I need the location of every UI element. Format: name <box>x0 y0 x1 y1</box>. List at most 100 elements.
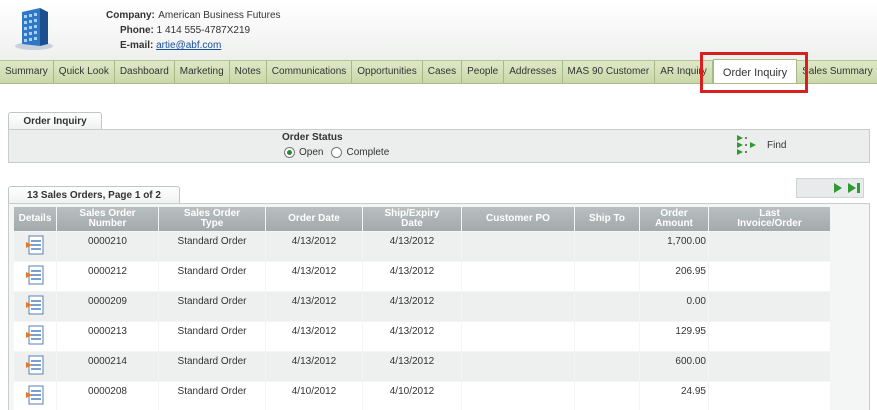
ship-to <box>575 322 639 351</box>
table-row: 0000214 Standard Order 4/13/2012 4/13/20… <box>14 352 830 381</box>
document-icon[interactable] <box>25 234 45 256</box>
tab-sales-summary[interactable]: Sales Summary <box>797 61 877 83</box>
details-cell <box>14 322 56 351</box>
find-button-label[interactable]: Find <box>767 140 786 151</box>
col-order-amount[interactable]: Order Amount <box>640 207 708 231</box>
order-type: Standard Order <box>159 322 265 351</box>
last-invoice <box>709 292 830 321</box>
order-type: Standard Order <box>159 292 265 321</box>
email-label: E-mail: <box>120 40 154 51</box>
details-cell <box>14 232 56 261</box>
document-icon[interactable] <box>25 264 45 286</box>
order-date: 4/13/2012 <box>266 352 362 381</box>
last-invoice <box>709 262 830 291</box>
details-cell <box>14 262 56 291</box>
ship-to <box>575 262 639 291</box>
phone-label: Phone: <box>120 25 154 36</box>
tab-communications[interactable]: Communications <box>267 61 353 83</box>
col-sales-order-number-line2: Number <box>88 218 127 229</box>
customer-po <box>462 382 574 410</box>
last-invoice <box>709 382 830 410</box>
customer-po <box>462 322 574 351</box>
tab-summary[interactable]: Summary <box>0 61 54 83</box>
tab-dashboard[interactable]: Dashboard <box>115 61 175 83</box>
col-order-amount-line2: Amount <box>655 218 693 229</box>
table-row: 0000208 Standard Order 4/10/2012 4/10/20… <box>14 382 830 410</box>
tab-quick-look[interactable]: Quick Look <box>54 61 115 83</box>
radio-complete[interactable] <box>331 147 343 158</box>
document-icon[interactable] <box>25 354 45 376</box>
table-row: 0000212 Standard Order 4/13/2012 4/13/20… <box>14 262 830 291</box>
customer-po <box>462 262 574 291</box>
email-link[interactable]: artie@abf.com <box>156 40 221 51</box>
order-amount: 1,700.00 <box>640 232 708 261</box>
details-cell <box>14 382 56 410</box>
customer-po <box>462 232 574 261</box>
order-date: 4/13/2012 <box>266 292 362 321</box>
phone-value: 1 414 555-4787X219 <box>156 25 251 36</box>
company-name: American Business Futures <box>158 10 281 21</box>
building-icon <box>15 8 53 50</box>
col-sales-order-type-line2: Type <box>200 218 224 229</box>
company-header: Company: American Business Futures Phone… <box>0 0 877 60</box>
order-amount: 600.00 <box>640 352 708 381</box>
sales-orders-grid: Details Sales Order Number Sales Order Typ… <box>8 203 870 410</box>
col-ship-expiry-line2: Date <box>401 218 423 229</box>
table-row: 0000213 Standard Order 4/13/2012 4/13/20… <box>14 322 830 351</box>
details-cell <box>14 352 56 381</box>
last-invoice <box>709 352 830 381</box>
ship-date: 4/13/2012 <box>363 322 461 351</box>
document-icon[interactable] <box>25 294 45 316</box>
order-type: Standard Order <box>159 352 265 381</box>
ship-to <box>575 292 639 321</box>
col-details[interactable]: Details <box>14 207 56 231</box>
tab-cases[interactable]: Cases <box>423 61 463 83</box>
order-type: Standard Order <box>159 232 265 261</box>
tab-addresses[interactable]: Addresses <box>504 61 563 83</box>
col-customer-po[interactable]: Customer PO <box>462 207 574 231</box>
tab-people[interactable]: People <box>462 61 505 83</box>
tab-marketing[interactable]: Marketing <box>175 61 230 83</box>
sales-orders-table: Details Sales Order Number Sales Order Typ… <box>13 206 831 410</box>
ship-date: 4/13/2012 <box>363 352 461 381</box>
last-invoice <box>709 322 830 351</box>
ship-date: 4/10/2012 <box>363 382 461 410</box>
last-invoice <box>709 232 830 261</box>
ship-date: 4/13/2012 <box>363 292 461 321</box>
ship-to <box>575 352 639 381</box>
ship-to <box>575 232 639 261</box>
order-date: 4/10/2012 <box>266 382 362 410</box>
last-page-icon[interactable] <box>847 182 861 194</box>
order-number: 0000212 <box>57 262 158 291</box>
tab-mas-90-customer[interactable]: MAS 90 Customer <box>563 61 656 83</box>
tab-notes[interactable]: Notes <box>230 61 267 83</box>
radio-complete-label: Complete <box>346 147 390 158</box>
col-last-invoice-order[interactable]: Last Invoice/Order <box>709 207 830 231</box>
order-number: 0000208 <box>57 382 158 410</box>
col-order-date[interactable]: Order Date <box>266 207 362 231</box>
document-icon[interactable] <box>25 384 45 406</box>
pager <box>796 178 864 198</box>
find-icon[interactable] <box>736 134 760 156</box>
company-label: Company: <box>106 10 155 21</box>
order-amount: 206.95 <box>640 262 708 291</box>
order-status-options: Open Complete <box>284 147 389 158</box>
col-ship-expiry-date[interactable]: Ship/Expiry Date <box>363 207 461 231</box>
col-ship-to[interactable]: Ship To <box>575 207 639 231</box>
customer-po <box>462 352 574 381</box>
order-date: 4/13/2012 <box>266 232 362 261</box>
col-sales-order-number[interactable]: Sales Order Number <box>57 207 158 231</box>
col-sales-order-type[interactable]: Sales Order Type <box>159 207 265 231</box>
order-status-label: Order Status <box>282 132 343 143</box>
next-page-icon[interactable] <box>833 182 843 194</box>
order-date: 4/13/2012 <box>266 322 362 351</box>
company-info: Company: American Business Futures Phone… <box>106 8 281 53</box>
ship-to <box>575 382 639 410</box>
radio-open[interactable] <box>284 147 295 158</box>
highlight-box <box>700 52 808 93</box>
order-amount: 0.00 <box>640 292 708 321</box>
table-row: 0000209 Standard Order 4/13/2012 4/13/20… <box>14 292 830 321</box>
radio-open-label: Open <box>299 147 324 158</box>
tab-opportunities[interactable]: Opportunities <box>352 61 423 83</box>
document-icon[interactable] <box>25 324 45 346</box>
